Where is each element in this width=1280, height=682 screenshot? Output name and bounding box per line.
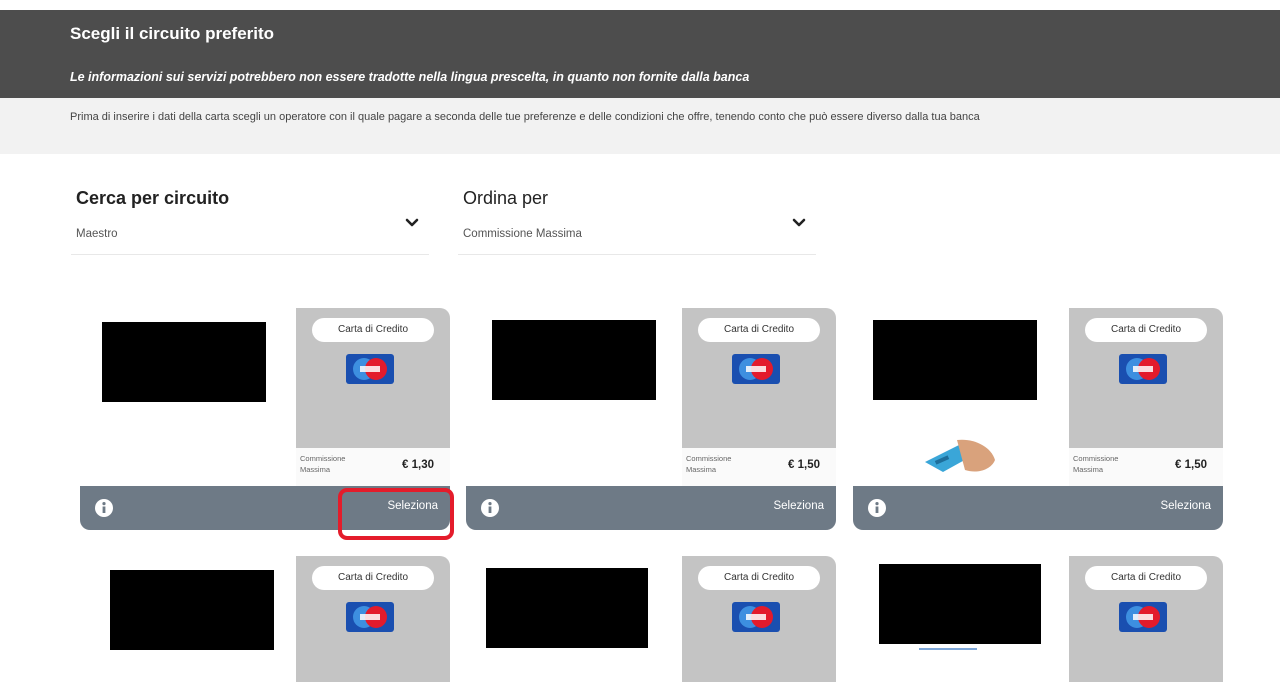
chevron-down-icon[interactable] xyxy=(403,214,421,232)
provider-logo xyxy=(102,322,266,402)
info-icon[interactable] xyxy=(94,498,114,518)
commission-label: Commissione Massima xyxy=(686,454,732,474)
divider xyxy=(919,648,977,650)
maestro-logo xyxy=(732,602,780,632)
payment-card-image xyxy=(925,439,995,472)
info-icon[interactable] xyxy=(867,498,887,518)
commission-value: € 1,30 xyxy=(402,459,434,471)
commission-label: Commissione Massima xyxy=(1073,454,1119,474)
card-type-panel: Carta di Credito xyxy=(1069,308,1223,448)
sort-filter-label: Ordina per xyxy=(463,188,549,208)
card-type-panel: Carta di Credito xyxy=(296,556,450,682)
card-type-badge: Carta di Credito xyxy=(312,566,434,590)
card-footer: Seleziona xyxy=(853,486,1223,530)
chevron-down-icon[interactable] xyxy=(790,214,808,232)
select-button-highlight xyxy=(338,488,454,540)
page-title: Scegli il circuito preferito xyxy=(70,24,275,43)
provider-card[interactable]: Carta di Credito xyxy=(466,556,836,682)
commission-label: Commissione Massima xyxy=(300,454,346,474)
commission-value: € 1,50 xyxy=(1175,459,1207,471)
header-top-edge xyxy=(0,0,1280,10)
provider-logo xyxy=(492,320,656,400)
circuit-filter[interactable]: Cerca per circuito Maestro xyxy=(71,188,429,255)
sort-filter[interactable]: Ordina per Commissione Massima xyxy=(458,188,816,255)
maestro-logo xyxy=(1119,602,1167,632)
info-banner: Prima di inserire i dati della carta sce… xyxy=(0,98,1280,154)
provider-card[interactable]: Carta di Credito Commissione Massima € 1… xyxy=(853,308,1223,530)
commission-box: Commissione Massima € 1,50 xyxy=(682,448,836,486)
circuit-filter-label: Cerca per circuito xyxy=(76,188,230,208)
card-type-badge: Carta di Credito xyxy=(312,318,434,342)
translation-note: Le informazioni sui servizi potrebbero n… xyxy=(70,70,750,84)
card-type-panel: Carta di Credito xyxy=(1069,556,1223,682)
select-button[interactable]: Seleziona xyxy=(1160,500,1211,512)
card-type-badge: Carta di Credito xyxy=(1085,318,1207,342)
card-type-badge: Carta di Credito xyxy=(698,566,820,590)
commission-value: € 1,50 xyxy=(788,459,820,471)
provider-logo xyxy=(486,568,648,648)
info-icon[interactable] xyxy=(480,498,500,518)
card-type-panel: Carta di Credito xyxy=(296,308,450,448)
card-type-panel: Carta di Credito xyxy=(682,308,836,448)
provider-logo xyxy=(879,564,1041,644)
card-type-panel: Carta di Credito xyxy=(682,556,836,682)
circuit-filter-value[interactable]: Maestro xyxy=(76,228,118,240)
commission-box: Commissione Massima € 1,50 xyxy=(1069,448,1223,486)
info-text: Prima di inserire i dati della carta sce… xyxy=(70,111,980,123)
page-header: Scegli il circuito preferito Le informaz… xyxy=(0,0,1280,98)
provider-card[interactable]: Carta di Credito xyxy=(853,556,1223,682)
maestro-logo xyxy=(346,354,394,384)
provider-card[interactable]: Carta di Credito xyxy=(80,556,450,682)
provider-logo xyxy=(110,570,274,650)
maestro-logo xyxy=(732,354,780,384)
maestro-logo xyxy=(346,602,394,632)
card-type-badge: Carta di Credito xyxy=(698,318,820,342)
sort-filter-value[interactable]: Commissione Massima xyxy=(463,228,582,240)
provider-logo xyxy=(873,320,1037,400)
card-footer: Seleziona xyxy=(466,486,836,530)
maestro-logo xyxy=(1119,354,1167,384)
card-type-badge: Carta di Credito xyxy=(1085,566,1207,590)
commission-box: Commissione Massima € 1,30 xyxy=(296,448,450,486)
provider-card[interactable]: Carta di Credito Commissione Massima € 1… xyxy=(466,308,836,530)
select-button[interactable]: Seleziona xyxy=(773,500,824,512)
